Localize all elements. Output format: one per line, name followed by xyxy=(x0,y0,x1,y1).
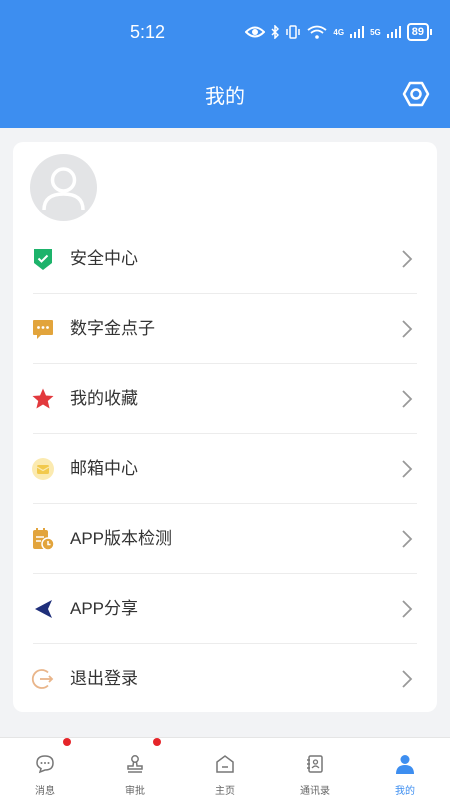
wifi-icon xyxy=(307,25,327,39)
menu-item-label: 安全中心 xyxy=(70,249,138,268)
network-5g-label: 5G xyxy=(370,27,381,37)
bottom-tab-bar: 消息 审批 主页 通讯录 我的 xyxy=(0,737,450,801)
settings-icon xyxy=(402,81,430,107)
tab-messages[interactable]: 消息 xyxy=(0,738,90,801)
tab-profile[interactable]: 我的 xyxy=(360,738,450,801)
tab-approval[interactable]: 审批 xyxy=(90,738,180,801)
chevron-right-icon xyxy=(402,530,413,548)
chat-bubble-icon xyxy=(33,320,53,339)
tab-label: 审批 xyxy=(125,786,145,797)
menu-item-label: 我的收藏 xyxy=(70,389,138,408)
menu-item-logout[interactable]: 退出登录 xyxy=(13,644,437,714)
menu-item-security[interactable]: 安全中心 xyxy=(13,224,437,294)
menu-item-version-check[interactable]: APP版本检测 xyxy=(13,504,437,574)
menu-item-label: 邮箱中心 xyxy=(70,459,138,478)
profile-card: 安全中心 数字金点子 我的收藏 邮箱中心 APP版本检测 APP分享 退出登录 xyxy=(13,142,437,712)
network-4g-label: 4G xyxy=(333,27,345,37)
share-icon xyxy=(35,600,52,618)
menu-item-label: 退出登录 xyxy=(70,669,138,688)
contacts-icon xyxy=(307,755,323,773)
tab-label: 通讯录 xyxy=(300,786,330,797)
notification-badge xyxy=(63,738,71,746)
status-time: 5:12 xyxy=(130,22,166,42)
settings-button[interactable] xyxy=(402,80,430,108)
avatar[interactable] xyxy=(30,154,97,221)
menu-item-share[interactable]: APP分享 xyxy=(13,574,437,644)
chevron-right-icon xyxy=(402,600,413,618)
signal-icon xyxy=(386,26,401,38)
eye-icon xyxy=(245,26,266,38)
tab-label: 我的 xyxy=(395,786,415,797)
chevron-right-icon xyxy=(402,670,413,688)
status-icons: 4G 5G 89 xyxy=(245,23,432,41)
stamp-icon xyxy=(127,755,143,773)
message-icon xyxy=(36,755,54,774)
person-icon xyxy=(396,755,414,774)
tab-home[interactable]: 主页 xyxy=(180,738,270,801)
menu-item-ideas[interactable]: 数字金点子 xyxy=(13,294,437,364)
battery-level: 89 xyxy=(406,23,429,41)
chevron-right-icon xyxy=(402,390,413,408)
battery-icon: 89 xyxy=(406,23,432,41)
chevron-right-icon xyxy=(402,320,413,338)
menu-item-label: 数字金点子 xyxy=(70,319,155,338)
vibrate-icon xyxy=(286,25,301,39)
default-avatar-icon xyxy=(42,167,85,211)
signal-icon xyxy=(350,26,365,38)
notification-badge xyxy=(153,738,161,746)
chevron-right-icon xyxy=(402,460,413,478)
menu-item-mailbox[interactable]: 邮箱中心 xyxy=(13,434,437,504)
bluetooth-icon xyxy=(271,25,280,39)
header: 5:12 4G 5G 89 我的 xyxy=(0,0,450,128)
shield-check-icon xyxy=(34,249,52,270)
tab-contacts[interactable]: 通讯录 xyxy=(270,738,360,801)
logout-icon xyxy=(31,669,54,689)
star-icon xyxy=(32,388,54,409)
tab-label: 消息 xyxy=(35,786,55,797)
menu-list: 安全中心 数字金点子 我的收藏 邮箱中心 APP版本检测 APP分享 退出登录 xyxy=(13,224,437,714)
menu-item-label: APP分享 xyxy=(70,599,139,618)
page-title: 我的 xyxy=(205,86,245,108)
mail-icon xyxy=(32,458,54,480)
tab-label: 主页 xyxy=(215,786,235,797)
version-check-icon xyxy=(33,528,55,551)
menu-item-label: APP版本检测 xyxy=(70,529,173,548)
home-icon xyxy=(216,755,234,773)
chevron-right-icon xyxy=(402,250,413,268)
menu-item-favorites[interactable]: 我的收藏 xyxy=(13,364,437,434)
